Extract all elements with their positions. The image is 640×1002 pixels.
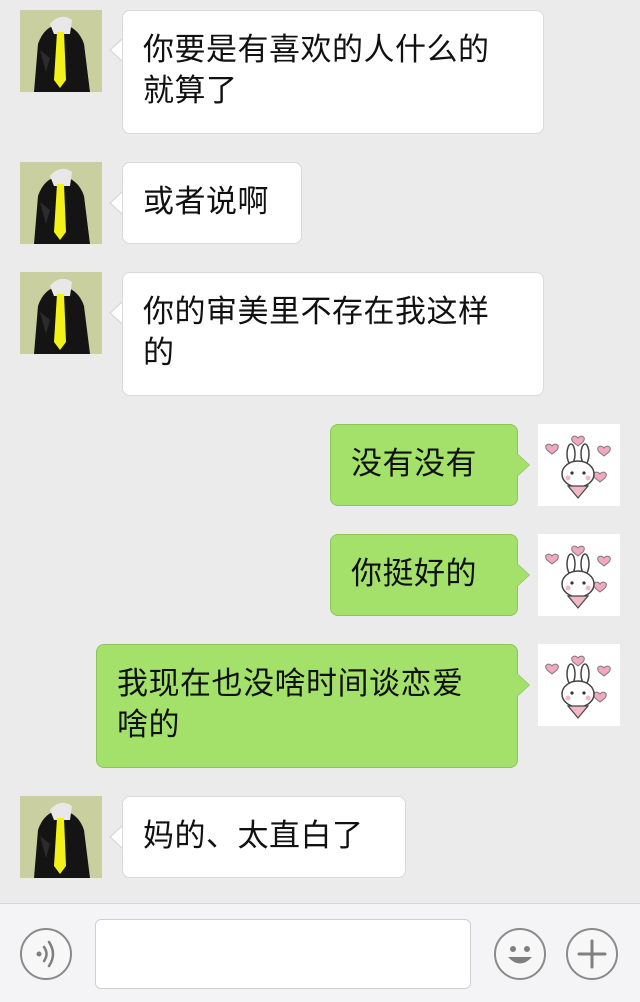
bubble-tail	[517, 674, 529, 696]
avatar[interactable]	[20, 10, 102, 92]
voice-icon	[36, 940, 55, 968]
plus-button[interactable]	[566, 928, 618, 980]
emoji-icon	[508, 946, 532, 964]
chat-area[interactable]: 你要是有喜欢的人什么的 就算了 或者说啊 你的审美里不存在我这样 的 没有没有 …	[0, 0, 640, 903]
avatar[interactable]	[538, 644, 620, 726]
input-toolbar	[0, 903, 640, 1002]
message-input[interactable]	[95, 919, 471, 989]
bunny-hearts-icon	[538, 424, 620, 506]
message-bubble[interactable]: 我现在也没啥时间谈恋爱 啥的	[96, 644, 518, 768]
avatar[interactable]	[538, 534, 620, 616]
plus-icon	[577, 939, 607, 969]
avatar[interactable]	[20, 272, 102, 354]
suit-figure-icon	[20, 796, 102, 878]
message-bubble[interactable]: 你挺好的	[330, 534, 518, 616]
avatar[interactable]	[538, 424, 620, 506]
avatar[interactable]	[20, 796, 102, 878]
bunny-hearts-icon	[538, 534, 620, 616]
voice-button[interactable]	[20, 928, 72, 980]
message-bubble[interactable]: 你的审美里不存在我这样 的	[122, 272, 544, 396]
message-bubble[interactable]: 妈的、太直白了	[122, 796, 406, 878]
bunny-hearts-icon	[538, 644, 620, 726]
bubble-tail	[517, 564, 529, 586]
suit-figure-icon	[20, 272, 102, 354]
suit-figure-icon	[20, 10, 102, 92]
bubble-tail	[517, 454, 529, 476]
emoji-button[interactable]	[494, 928, 546, 980]
message-bubble[interactable]: 没有没有	[330, 424, 518, 506]
message-bubble[interactable]: 或者说啊	[122, 162, 302, 244]
message-bubble[interactable]: 你要是有喜欢的人什么的 就算了	[122, 10, 544, 134]
suit-figure-icon	[20, 162, 102, 244]
avatar[interactable]	[20, 162, 102, 244]
